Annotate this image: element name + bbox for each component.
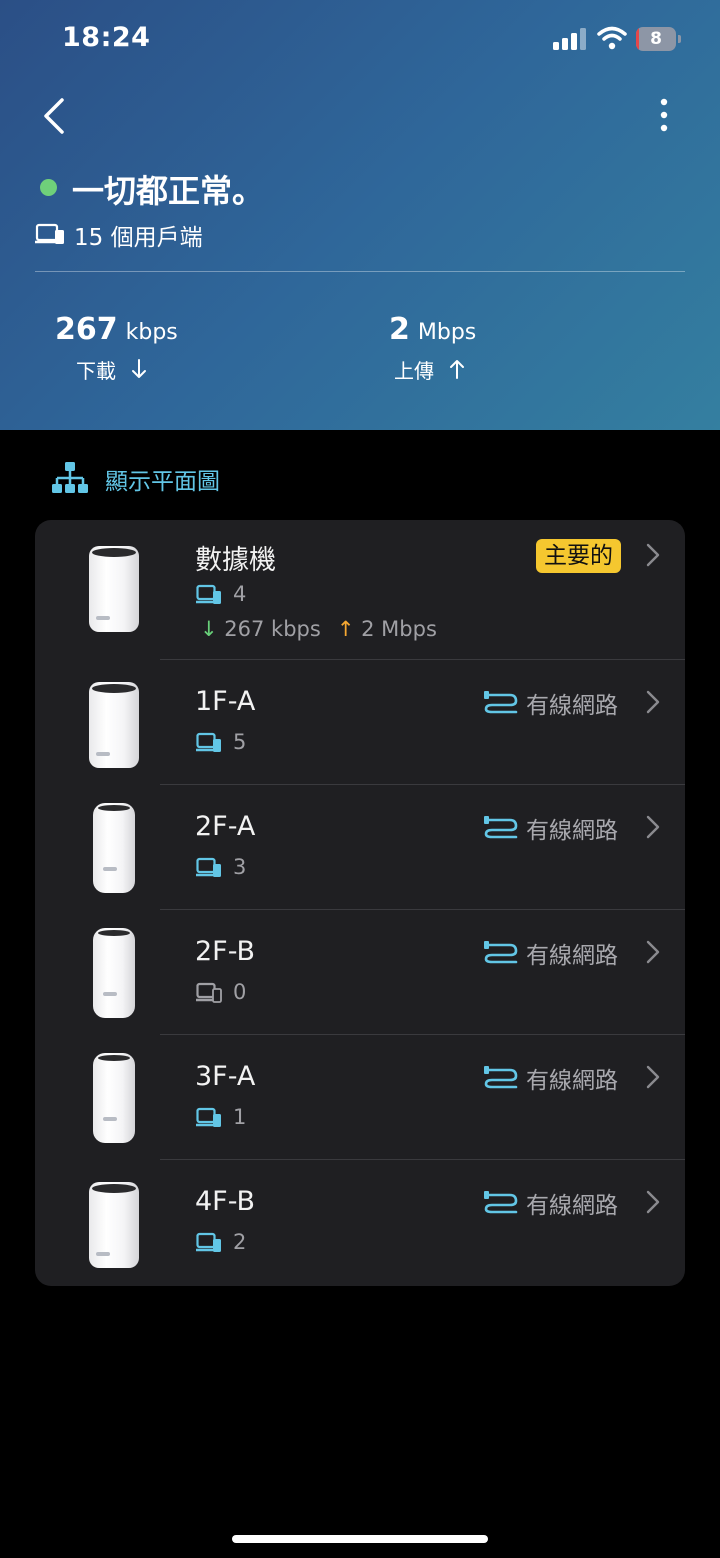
chevron-right-icon	[646, 940, 660, 964]
devices-icon	[196, 1232, 221, 1252]
device-row-3f-a[interactable]: 3F-A 有線網路 1	[35, 1035, 685, 1160]
upload-rate: 2 Mbps	[361, 617, 437, 641]
devices-icon	[196, 982, 222, 1003]
deco-router-image	[89, 546, 141, 632]
device-list-card: 數據機 主要的 4 ↓ 267 kbps↑ 2 Mbps 1F-A 有線網路	[35, 520, 685, 1286]
client-count: 15 個用戶端	[74, 225, 203, 251]
deco-router-image	[93, 803, 145, 893]
devices-icon	[35, 223, 64, 244]
wifi-icon	[597, 26, 627, 50]
download-rate: 267 kbps	[224, 617, 321, 641]
download-rate: 267 kbps	[55, 312, 178, 347]
chevron-right-icon	[646, 815, 660, 839]
chevron-right-icon	[646, 690, 660, 714]
devices-icon	[196, 857, 221, 877]
device-name: 1F-A	[195, 686, 256, 717]
connection-type: 有線網路	[526, 818, 618, 844]
network-topology-icon[interactable]	[52, 461, 88, 495]
upload-rate: 2 Mbps	[389, 312, 477, 347]
status-ok-dot	[40, 179, 57, 196]
client-count: 1	[233, 1105, 247, 1129]
show-floor-plan-link[interactable]: 顯示平面圖	[105, 462, 220, 496]
devices-icon	[196, 732, 221, 752]
deco-router-image	[89, 682, 141, 768]
device-name: 3F-A	[195, 1061, 256, 1092]
device-name: 數據機	[195, 545, 276, 576]
traffic-stats: ↓ 267 kbps ↑ 2 Mbps	[200, 617, 437, 641]
status-time: 18:24	[62, 22, 151, 53]
client-count: 5	[233, 730, 247, 754]
chevron-left-icon[interactable]	[38, 94, 72, 138]
devices-icon	[196, 584, 221, 604]
client-count: 2	[233, 1230, 247, 1254]
deco-router-image	[93, 1053, 145, 1143]
device-row-2f-a[interactable]: 2F-A 有線網路 3	[35, 785, 685, 910]
header-divider	[35, 271, 685, 272]
upload-label: 上傳	[394, 359, 434, 383]
ethernet-cable-icon	[484, 941, 518, 964]
client-count: 4	[233, 582, 247, 606]
connection-type: 有線網路	[526, 1193, 618, 1219]
download-label: 下載	[76, 359, 116, 383]
ethernet-cable-icon	[484, 691, 518, 714]
device-row-4f-b[interactable]: 4F-B 有線網路 2	[35, 1160, 685, 1286]
device-name: 4F-B	[195, 1186, 256, 1217]
cellular-signal-icon	[553, 28, 586, 50]
device-name: 2F-A	[195, 811, 256, 842]
client-count: 0	[233, 980, 247, 1004]
connection-type: 有線網路	[526, 943, 618, 969]
chevron-right-icon	[646, 1190, 660, 1214]
more-vertical-icon[interactable]	[652, 96, 676, 136]
client-count: 3	[233, 855, 247, 879]
arrow-up-icon	[450, 360, 464, 379]
ethernet-cable-icon	[484, 1066, 518, 1089]
battery-level: 8	[650, 29, 662, 49]
deco-router-image	[89, 1182, 141, 1268]
device-row-2f-b[interactable]: 2F-B 有線網路 0	[35, 910, 685, 1035]
primary-badge: 主要的	[536, 539, 621, 573]
ethernet-cable-icon	[484, 816, 518, 839]
chevron-right-icon	[646, 543, 660, 567]
network-status-title: 一切都正常。	[72, 172, 265, 210]
connection-type: 有線網路	[526, 1068, 618, 1094]
deco-router-image	[93, 928, 145, 1018]
battery-indicator: 8	[636, 27, 682, 51]
devices-icon	[196, 1107, 221, 1127]
home-indicator[interactable]	[232, 1535, 488, 1543]
arrow-down-icon	[132, 359, 146, 378]
device-name: 2F-B	[195, 936, 256, 967]
connection-type: 有線網路	[526, 693, 618, 719]
device-row-1f-a[interactable]: 1F-A 有線網路 5	[35, 660, 685, 785]
device-row-modem[interactable]: 數據機 主要的 4 ↓ 267 kbps ↑ 2 Mbps	[35, 520, 685, 660]
ethernet-cable-icon	[484, 1191, 518, 1214]
header-panel: 18:24 8 一切都正常。 15 個用戶端 267 kbps 下載 2 Mbp…	[0, 0, 720, 430]
chevron-right-icon	[646, 1065, 660, 1089]
